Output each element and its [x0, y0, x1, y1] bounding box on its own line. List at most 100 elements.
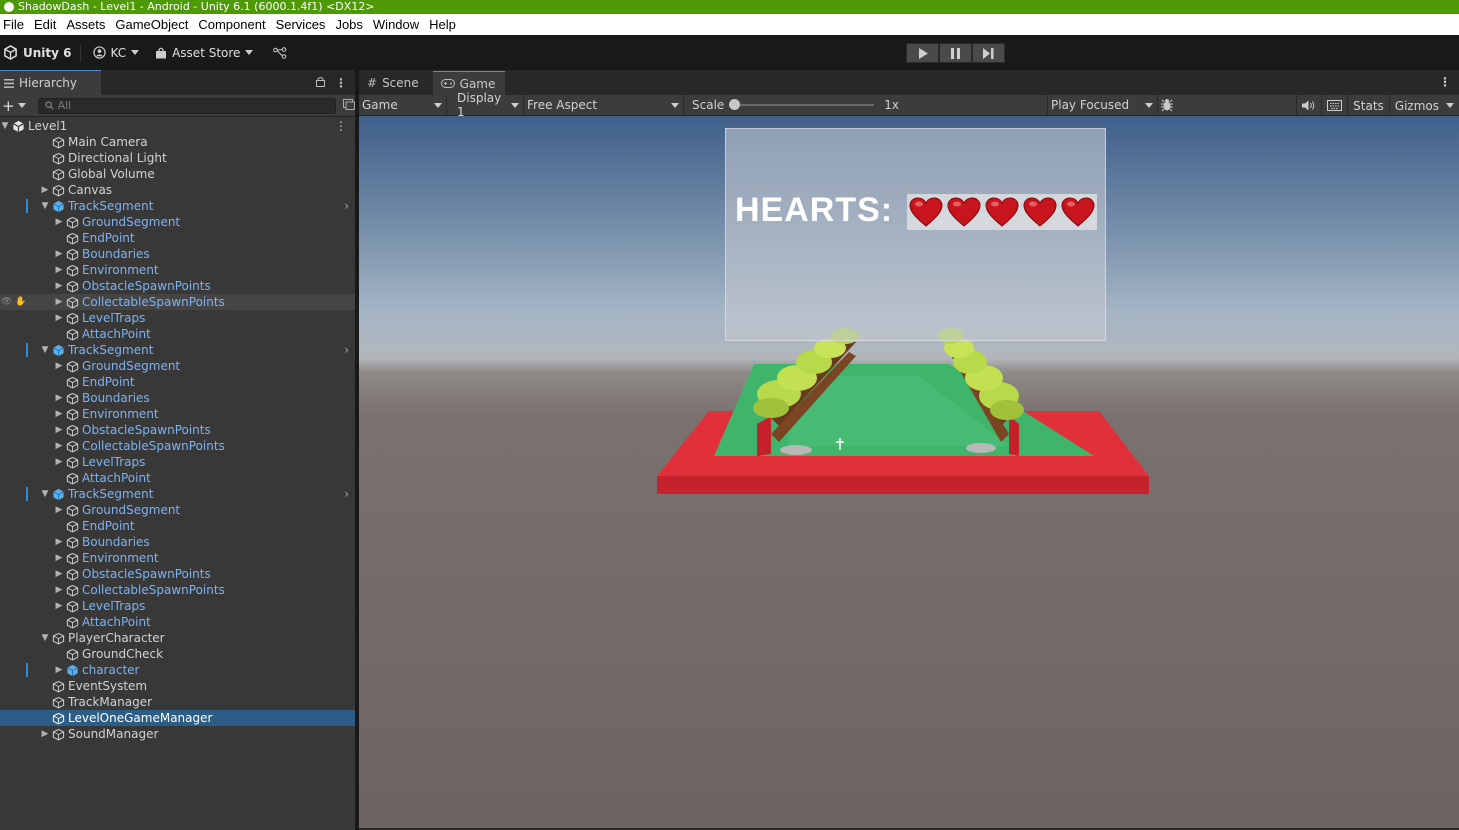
hierarchy-item[interactable]: ▶ Boundaries	[0, 246, 355, 262]
pause-button[interactable]	[939, 43, 972, 63]
expand-open-icon[interactable]: ▼	[40, 489, 50, 499]
hierarchy-item[interactable]: ▶ Boundaries	[0, 534, 355, 550]
chevron-right-icon[interactable]: ›	[344, 343, 349, 357]
play-mode-dropdown[interactable]: Play Focused	[1047, 94, 1158, 116]
expand-closed-icon[interactable]: ▶	[54, 537, 64, 547]
hierarchy-item[interactable]: AttachPoint	[0, 614, 355, 630]
expand-closed-icon[interactable]: ▶	[54, 393, 64, 403]
menu-edit[interactable]: Edit	[32, 17, 63, 32]
play-button[interactable]	[906, 43, 939, 63]
hierarchy-item[interactable]: ▶ GroundSegment	[0, 358, 355, 374]
expand-closed-icon[interactable]: ▶	[54, 281, 64, 291]
hierarchy-item[interactable]: ▼ PlayerCharacter	[0, 630, 355, 646]
hierarchy-item[interactable]: Global Volume	[0, 166, 355, 182]
hierarchy-search-input[interactable]: All	[37, 97, 336, 114]
mute-audio-button[interactable]	[1296, 95, 1321, 116]
kebab-menu-icon[interactable]: ⋮	[335, 119, 347, 133]
menu-services[interactable]: Services	[274, 17, 333, 32]
hierarchy-item[interactable]: ▼ TrackSegment ›	[0, 486, 355, 502]
hierarchy-item[interactable]: ▶ Environment	[0, 262, 355, 278]
bug-icon[interactable]	[1160, 98, 1174, 115]
expand-closed-icon[interactable]: ▶	[40, 185, 50, 195]
hierarchy-item[interactable]: LevelOneGameManager	[0, 710, 355, 726]
scale-slider[interactable]	[729, 99, 875, 110]
hierarchy-item[interactable]: Directional Light	[0, 150, 355, 166]
hierarchy-item[interactable]: ▶ GroundSegment	[0, 502, 355, 518]
expand-closed-icon[interactable]: ▶	[54, 313, 64, 323]
expand-closed-icon[interactable]: ▶	[54, 569, 64, 579]
expand-closed-icon[interactable]: ▶	[54, 297, 64, 307]
hierarchy-item[interactable]: ▶ ObstacleSpawnPoints	[0, 278, 355, 294]
game-mode-dropdown[interactable]: Game	[359, 94, 447, 116]
menu-gameobject[interactable]: GameObject	[113, 17, 195, 32]
expand-closed-icon[interactable]: ▶	[54, 585, 64, 595]
asset-store-dropdown[interactable]: Asset Store	[155, 46, 254, 60]
unity-version-button[interactable]: Unity 6	[3, 45, 72, 60]
menu-window[interactable]: Window	[371, 17, 426, 32]
menu-component[interactable]: Component	[196, 17, 272, 32]
menu-help[interactable]: Help	[427, 17, 463, 32]
expand-closed-icon[interactable]: ▶	[54, 457, 64, 467]
visibility-pick-icon[interactable]: 👁 ✋	[1, 297, 27, 307]
chevron-right-icon[interactable]: ›	[344, 199, 349, 213]
expand-closed-icon[interactable]: ▶	[54, 441, 64, 451]
expand-open-icon[interactable]: ▼	[40, 633, 50, 643]
kebab-menu-icon[interactable]: ⋮	[1439, 75, 1451, 89]
display-dropdown[interactable]: Display 1	[447, 91, 524, 119]
hierarchy-item[interactable]: EndPoint	[0, 374, 355, 390]
hierarchy-item[interactable]: ▼ Level1 ⋮	[0, 118, 355, 134]
hierarchy-item[interactable]: ▶ CollectableSpawnPoints 👁 ✋	[0, 294, 355, 310]
expand-closed-icon[interactable]: ▶	[54, 601, 64, 611]
hierarchy-item[interactable]: GroundCheck	[0, 646, 355, 662]
expand-open-icon[interactable]: ▼	[40, 345, 50, 355]
hierarchy-item[interactable]: ▶ character	[0, 662, 355, 678]
expand-closed-icon[interactable]: ▶	[54, 505, 64, 515]
gizmos-dropdown[interactable]	[1444, 95, 1459, 116]
hierarchy-item[interactable]: ▶ ObstacleSpawnPoints	[0, 566, 355, 582]
game-viewport[interactable]: HEARTS:	[359, 116, 1459, 828]
tab-scene[interactable]: # Scene	[359, 71, 429, 95]
hierarchy-item[interactable]: ▶ LevelTraps	[0, 310, 355, 326]
hierarchy-item[interactable]: Main Camera	[0, 134, 355, 150]
menu-jobs[interactable]: Jobs	[333, 17, 369, 32]
add-object-button[interactable]: +	[2, 98, 26, 113]
expand-open-icon[interactable]: ▼	[40, 201, 50, 211]
chevron-right-icon[interactable]: ›	[344, 487, 349, 501]
hierarchy-item[interactable]: AttachPoint	[0, 470, 355, 486]
hierarchy-item[interactable]: EventSystem	[0, 678, 355, 694]
expand-closed-icon[interactable]: ▶	[54, 361, 64, 371]
menu-file[interactable]: File	[1, 17, 31, 32]
expand-closed-icon[interactable]: ▶	[54, 553, 64, 563]
expand-closed-icon[interactable]: ▶	[54, 217, 64, 227]
menu-assets[interactable]: Assets	[64, 17, 112, 32]
hierarchy-item[interactable]: AttachPoint	[0, 326, 355, 342]
kebab-menu-icon[interactable]: ⋮	[335, 76, 347, 90]
hierarchy-item[interactable]: EndPoint	[0, 230, 355, 246]
hierarchy-item[interactable]: ▶ CollectableSpawnPoints	[0, 582, 355, 598]
hierarchy-item[interactable]: TrackManager	[0, 694, 355, 710]
step-button[interactable]	[972, 43, 1005, 63]
hierarchy-item[interactable]: ▶ GroundSegment	[0, 214, 355, 230]
hierarchy-item[interactable]: ▶ Environment	[0, 550, 355, 566]
stats-button[interactable]: Stats	[1347, 95, 1389, 116]
lock-icon[interactable]	[316, 76, 325, 90]
hierarchy-item[interactable]: ▶ LevelTraps	[0, 454, 355, 470]
hierarchy-item[interactable]: ▶ Boundaries	[0, 390, 355, 406]
expand-open-icon[interactable]: ▼	[0, 121, 10, 131]
scale-slider-handle[interactable]	[729, 99, 741, 110]
hierarchy-item[interactable]: ▼ TrackSegment ›	[0, 198, 355, 214]
hierarchy-item[interactable]: ▶ Environment	[0, 406, 355, 422]
gizmos-button[interactable]: Gizmos	[1388, 95, 1444, 116]
hierarchy-item[interactable]: EndPoint	[0, 518, 355, 534]
scene-visibility-icon[interactable]	[342, 98, 355, 113]
expand-closed-icon[interactable]: ▶	[54, 665, 64, 675]
hierarchy-item[interactable]: ▶ LevelTraps	[0, 598, 355, 614]
tab-hierarchy[interactable]: Hierarchy	[0, 70, 101, 95]
account-dropdown[interactable]: KC	[92, 46, 140, 60]
hierarchy-item[interactable]: ▶ CollectableSpawnPoints	[0, 438, 355, 454]
expand-closed-icon[interactable]: ▶	[54, 409, 64, 419]
expand-closed-icon[interactable]: ▶	[54, 425, 64, 435]
hierarchy-item[interactable]: ▼ TrackSegment ›	[0, 342, 355, 358]
hierarchy-item[interactable]: ▶ SoundManager	[0, 726, 355, 742]
expand-closed-icon[interactable]: ▶	[54, 249, 64, 259]
